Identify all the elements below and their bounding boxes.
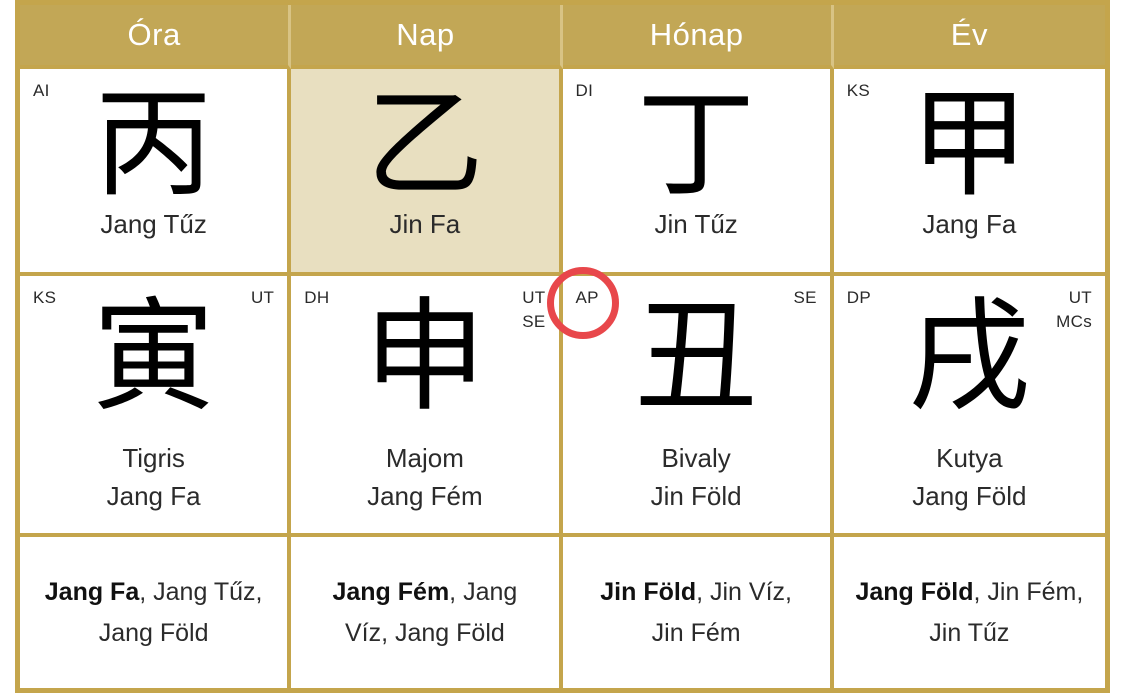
branch-glyph-month: 丑 — [635, 286, 758, 428]
branch-cell-hour[interactable]: KS UT 寅 Tigris Jang Fa — [20, 276, 292, 537]
stem-label-year: Jang Fa — [922, 209, 1017, 239]
branch-labels-hour: Tigris Jang Fa — [20, 440, 287, 515]
earthly-branches-row: KS UT 寅 Tigris Jang Fa DH UT SE 申 Majom … — [20, 276, 1105, 537]
branch-labels-month: Bivaly Jin Föld — [563, 440, 830, 515]
hidden-stems-row: Jang Fa, Jang Tűz, Jang Föld Jang Fém, J… — [20, 537, 1105, 688]
branch-glyph-day: 申 — [363, 286, 486, 428]
branch-cell-day[interactable]: DH UT SE 申 Majom Jang Fém — [291, 276, 563, 537]
stem-label-day: Jin Fa — [389, 209, 461, 239]
hidden-text-hour: Jang Fa, Jang Tűz, Jang Föld — [40, 572, 267, 653]
branch-glyph-hour: 寅 — [92, 286, 215, 428]
branch-animal-hour: Tigris — [122, 443, 185, 473]
column-header-day: Nap — [291, 5, 563, 69]
branch-element-month: Jin Föld — [650, 480, 742, 511]
corner-tag-text: KS — [33, 288, 57, 307]
corner-tag-text: DH — [304, 288, 330, 307]
hidden-text-year: Jang Föld, Jin Fém, Jin Tűz — [854, 572, 1085, 653]
stem-label-month: Jin Tűz — [654, 209, 738, 239]
column-header-year: Év — [833, 5, 1105, 69]
corner-tag-text: DI — [575, 81, 594, 100]
stem-corner-tag-month: DI — [576, 79, 594, 103]
branch-corner-tag-right-hour: UT — [251, 286, 274, 310]
corner-tag-text: AI — [33, 81, 50, 100]
hidden-cell-hour[interactable]: Jang Fa, Jang Tűz, Jang Föld — [20, 537, 292, 688]
branch-corner-tag-right-day: UT SE — [522, 286, 545, 334]
hidden-cell-month[interactable]: Jin Föld, Jin Víz, Jin Fém — [562, 537, 834, 688]
branch-animal-month: Bivaly — [661, 443, 731, 473]
bazi-chart-container: Óra Nap Hónap Év AI 丙 Jang Tűz 乙 Jin Fa … — [0, 0, 1125, 693]
branch-labels-year: Kutya Jang Föld — [834, 440, 1105, 515]
stem-cell-year[interactable]: KS 甲 Jang Fa — [833, 69, 1105, 276]
corner-tag-text: UT — [1068, 288, 1092, 307]
branch-corner-tag-left-hour: KS — [33, 286, 56, 310]
corner-tag-text: UT — [250, 288, 275, 307]
heavenly-stems-row: AI 丙 Jang Tűz 乙 Jin Fa DI 丁 Jin Tűz KS 甲… — [20, 69, 1105, 276]
branch-labels-day: Majom Jang Fém — [291, 440, 558, 515]
hidden-text-month: Jin Föld, Jin Víz, Jin Fém — [583, 572, 810, 653]
corner-tag-text: AP — [575, 288, 599, 307]
stem-glyph-day: 乙 — [365, 75, 484, 213]
hidden-cell-day[interactable]: Jang Fém, Jang Víz, Jang Föld — [291, 537, 563, 688]
column-header-hour: Óra — [20, 5, 292, 69]
hidden-primary-month: Jin Föld — [600, 578, 697, 606]
branch-element-hour: Jang Fa — [106, 480, 201, 511]
hidden-primary-hour: Jang Fa — [44, 578, 140, 606]
hidden-text-day: Jang Fém, Jang Víz, Jang Föld — [311, 572, 538, 653]
branch-corner-tag-left-day: DH — [304, 286, 329, 310]
bazi-chart-table: Óra Nap Hónap Év AI 丙 Jang Tűz 乙 Jin Fa … — [15, 0, 1110, 693]
stem-glyph-hour: 丙 — [94, 75, 213, 213]
stem-corner-tag-year: KS — [847, 79, 870, 103]
branch-cell-month[interactable]: AP SE 丑 Bivaly Jin Föld — [562, 276, 834, 537]
branch-element-year: Jang Föld — [912, 480, 1027, 511]
corner-tag-text: KS — [846, 81, 871, 100]
corner-tag-text: SE — [522, 312, 546, 332]
branch-corner-tag-right-month: SE — [793, 286, 816, 310]
branch-corner-tag-left-year: DP — [847, 286, 871, 310]
hidden-primary-day: Jang Fém — [332, 578, 450, 606]
branch-corner-tag-left-month: AP — [576, 286, 599, 310]
branch-element-day: Jang Fém — [367, 480, 483, 511]
hidden-primary-year: Jang Föld — [855, 578, 974, 606]
branch-animal-year: Kutya — [936, 443, 1003, 473]
corner-tag-text: DP — [846, 288, 871, 307]
stem-glyph-month: 丁 — [637, 75, 756, 213]
hidden-cell-year[interactable]: Jang Föld, Jin Fém, Jin Tűz — [833, 537, 1105, 688]
table-header: Óra Nap Hónap Év — [20, 5, 1105, 69]
stem-label-hour: Jang Tűz — [100, 209, 207, 239]
stem-cell-day[interactable]: 乙 Jin Fa — [291, 69, 563, 276]
branch-cell-year[interactable]: DP UT MCs 戌 Kutya Jang Föld — [833, 276, 1105, 537]
header-row: Óra Nap Hónap Év — [20, 5, 1105, 69]
corner-tag-text: MCs — [1056, 312, 1092, 332]
table-body: AI 丙 Jang Tűz 乙 Jin Fa DI 丁 Jin Tűz KS 甲… — [20, 69, 1105, 688]
column-header-month: Hónap — [562, 5, 834, 69]
stem-corner-tag-hour: AI — [33, 79, 50, 103]
stem-cell-month[interactable]: DI 丁 Jin Tűz — [562, 69, 834, 276]
stem-cell-hour[interactable]: AI 丙 Jang Tűz — [20, 69, 292, 276]
corner-tag-text: UT — [522, 288, 546, 307]
corner-tag-text: SE — [793, 288, 817, 307]
branch-animal-day: Majom — [385, 443, 464, 473]
branch-corner-tag-right-year: UT MCs — [1056, 286, 1092, 334]
stem-glyph-year: 甲 — [910, 75, 1029, 213]
